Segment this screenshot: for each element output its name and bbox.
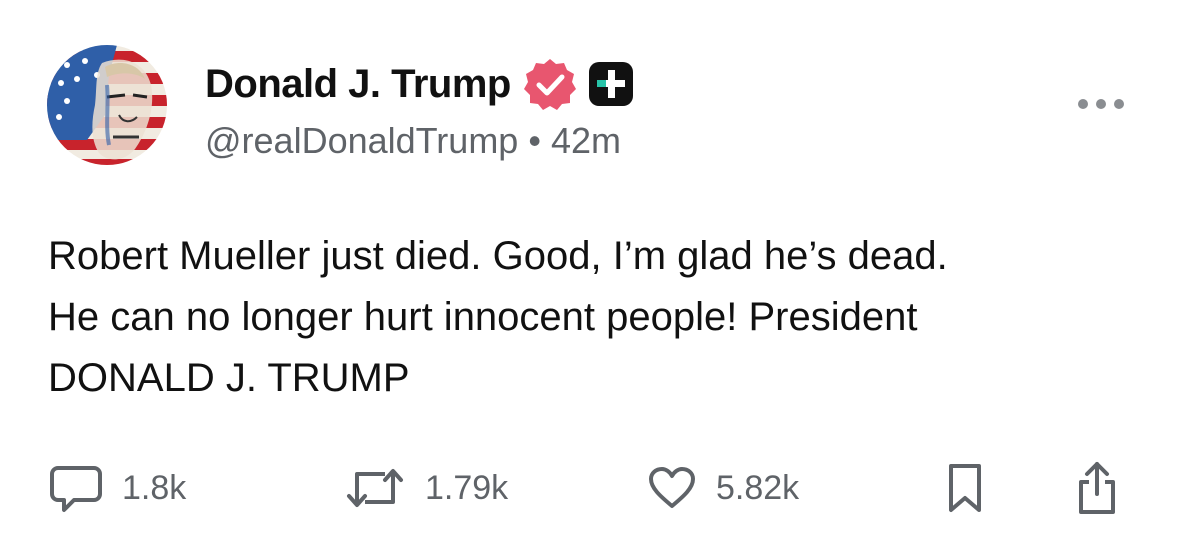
post-body-line: Robert Mueller just died. Good, I’m glad…: [48, 234, 948, 278]
plus-badge-icon: [588, 62, 633, 106]
like-button[interactable]: 5.82k: [648, 460, 799, 516]
post-body-line: He can no longer hurt innocent people! P…: [48, 295, 918, 339]
timestamp[interactable]: 42m: [551, 120, 621, 161]
post-card: Donald J. Trump @realDonaldTrump • 42m Rob…: [0, 0, 1179, 549]
avatar[interactable]: [47, 45, 167, 165]
heart-icon: [649, 467, 695, 508]
share-button[interactable]: [1073, 460, 1121, 516]
more-options-icon[interactable]: [1076, 96, 1126, 112]
reply-count: 1.8k: [122, 468, 187, 507]
separator-dot: •: [528, 120, 541, 161]
action-bar: 1.8k 1.79k 5.82k: [0, 460, 1179, 520]
retweet-icon: [347, 469, 403, 507]
reply-icon: [50, 466, 102, 512]
handle-row: @realDonaldTrump • 42m: [205, 120, 621, 162]
display-name[interactable]: Donald J. Trump: [205, 62, 511, 107]
retweet-button[interactable]: 1.79k: [345, 460, 508, 516]
bookmark-button[interactable]: [945, 460, 985, 516]
post-body: Robert Mueller just died. Good, I’m glad…: [48, 226, 1148, 409]
post-body-line: DONALD J. TRUMP: [48, 356, 410, 400]
like-count: 5.82k: [716, 468, 800, 507]
bookmark-icon: [949, 464, 981, 512]
author-row: Donald J. Trump: [205, 58, 633, 110]
author-handle[interactable]: @realDonaldTrump: [205, 120, 518, 161]
reply-button[interactable]: 1.8k: [50, 460, 186, 516]
retweet-count: 1.79k: [425, 468, 509, 507]
verified-badge-icon: [523, 59, 576, 110]
avatar-image: [47, 45, 167, 165]
share-icon: [1079, 462, 1115, 514]
